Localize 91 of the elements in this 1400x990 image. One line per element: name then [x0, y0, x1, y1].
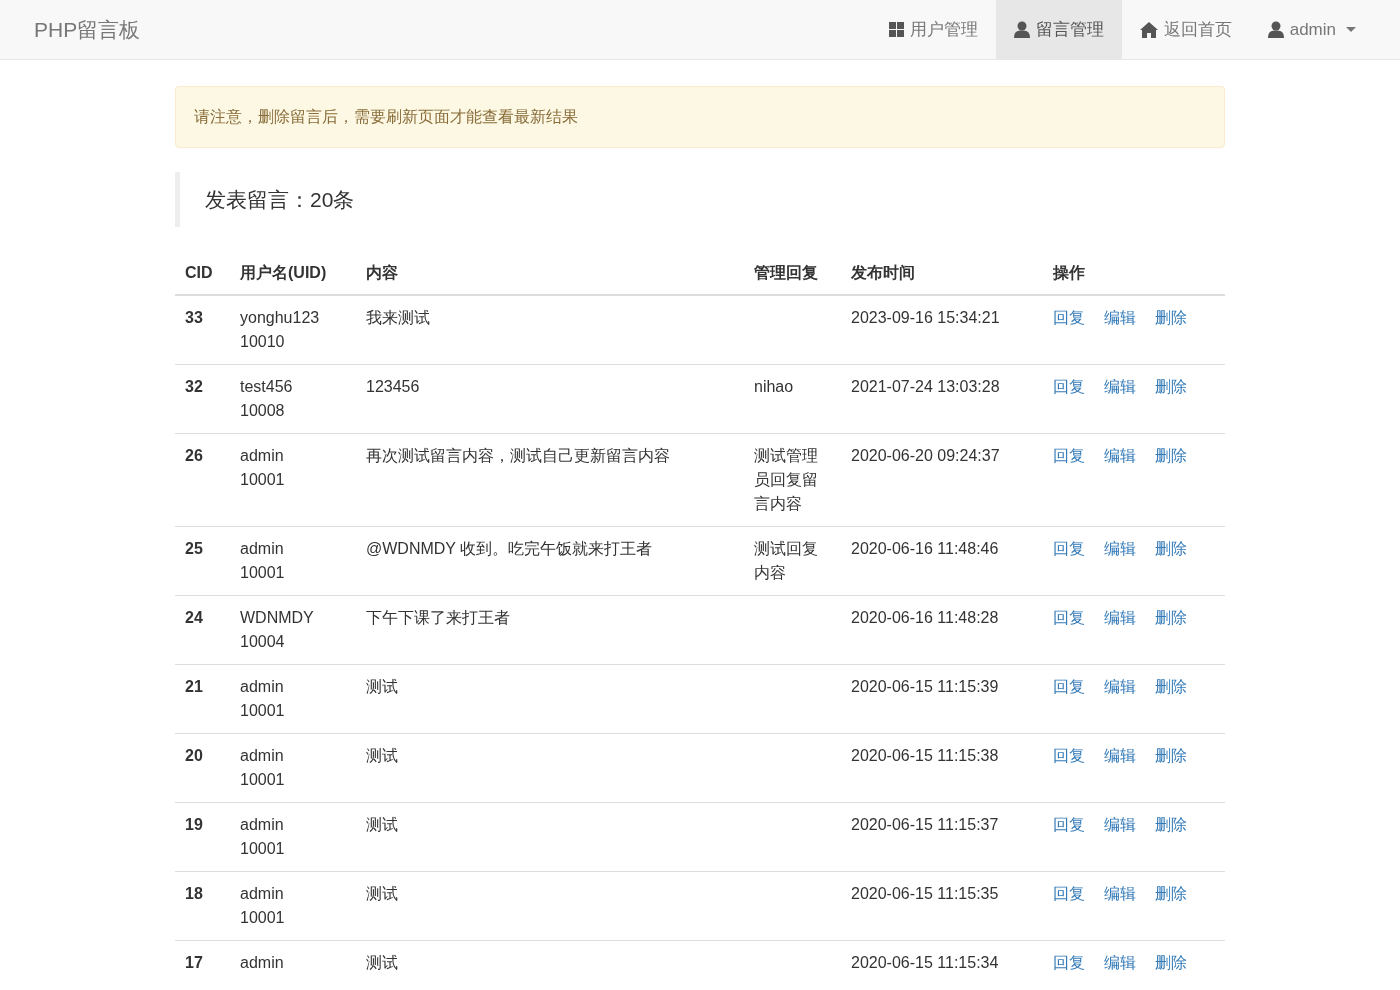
- action-link[interactable]: 回复: [1053, 954, 1085, 971]
- user-icon: [1013, 21, 1030, 38]
- table-cell: admin 10001: [230, 664, 356, 734]
- table-cell: 测试回复内容: [744, 526, 841, 596]
- action-link[interactable]: 回复: [1053, 540, 1085, 557]
- action-link[interactable]: 删除: [1155, 540, 1187, 557]
- action-link[interactable]: 回复: [1053, 447, 1085, 464]
- table-cell: 再次测试留言内容，测试自己更新留言内容: [356, 433, 744, 527]
- table-cell: 33: [175, 295, 230, 365]
- action-link[interactable]: 编辑: [1104, 816, 1136, 833]
- table-cell: 2020-06-15 11:15:38: [841, 733, 1043, 803]
- table-cell: 17: [175, 940, 230, 985]
- action-link[interactable]: 编辑: [1104, 954, 1136, 971]
- action-link[interactable]: 删除: [1155, 885, 1187, 902]
- table-cell: admin: [230, 940, 356, 985]
- table-cell: 2020-06-15 11:15:34: [841, 940, 1043, 985]
- nav-tab[interactable]: 返回首页: [1121, 0, 1250, 59]
- action-link[interactable]: 编辑: [1104, 678, 1136, 695]
- action-link[interactable]: 删除: [1155, 309, 1187, 326]
- action-link[interactable]: 编辑: [1104, 609, 1136, 626]
- table-cell: 19: [175, 802, 230, 872]
- action-link[interactable]: 回复: [1053, 678, 1085, 695]
- action-link[interactable]: 编辑: [1104, 309, 1136, 326]
- table-cell: admin 10001: [230, 802, 356, 872]
- table-cell: @WDNMDY 收到。吃完午饭就来打王者: [356, 526, 744, 596]
- table-cell: WDNMDY 10004: [230, 595, 356, 665]
- table-cell: test456 10008: [230, 364, 356, 434]
- table-cell: 2021-07-24 13:03:28: [841, 364, 1043, 434]
- column-header: 用户名(UID): [230, 252, 356, 295]
- table-cell: 2020-06-20 09:24:37: [841, 433, 1043, 527]
- table-cell: admin 10001: [230, 526, 356, 596]
- table-cell: 26: [175, 433, 230, 527]
- column-header: CID: [175, 252, 230, 295]
- action-link[interactable]: 删除: [1155, 447, 1187, 464]
- alert-message: 请注意，删除留言后，需要刷新页面才能查看最新结果: [175, 86, 1225, 148]
- action-link[interactable]: 编辑: [1104, 378, 1136, 395]
- table-cell: 18: [175, 871, 230, 941]
- table-cell: 32: [175, 364, 230, 434]
- action-link[interactable]: 回复: [1053, 885, 1085, 902]
- table-cell: 24: [175, 595, 230, 665]
- table-cell: 测试管理员回复留言内容: [744, 433, 841, 527]
- user-icon: [1267, 21, 1284, 38]
- action-link[interactable]: 删除: [1155, 678, 1187, 695]
- action-link[interactable]: 删除: [1155, 954, 1187, 971]
- grid-icon: [888, 22, 904, 37]
- table-cell: admin 10001: [230, 871, 356, 941]
- table-cell: 测试: [356, 802, 744, 872]
- action-link[interactable]: 删除: [1155, 747, 1187, 764]
- table-cell: 2020-06-16 11:48:46: [841, 526, 1043, 596]
- action-link[interactable]: 编辑: [1104, 885, 1136, 902]
- table-cell: 2023-09-16 15:34:21: [841, 295, 1043, 365]
- action-link[interactable]: 回复: [1053, 609, 1085, 626]
- column-header: 管理回复: [744, 252, 841, 295]
- table-cell: 下午下课了来打王者: [356, 595, 744, 665]
- home-icon: [1139, 21, 1158, 38]
- column-header: 内容: [356, 252, 744, 295]
- nav-tab[interactable]: 用户管理: [870, 0, 996, 59]
- section-heading: 发表留言：20条: [205, 188, 355, 211]
- user-menu[interactable]: admin: [1249, 0, 1374, 59]
- action-link[interactable]: 删除: [1155, 609, 1187, 626]
- table-cell: 测试: [356, 871, 744, 941]
- action-link[interactable]: 编辑: [1104, 747, 1136, 764]
- table-cell: 测试: [356, 733, 744, 803]
- action-link[interactable]: 回复: [1053, 816, 1085, 833]
- table-cell: 2020-06-15 11:15:39: [841, 664, 1043, 734]
- table-cell: 2020-06-16 11:48:28: [841, 595, 1043, 665]
- table-cell: yonghu123 10010: [230, 295, 356, 365]
- action-link[interactable]: 回复: [1053, 747, 1085, 764]
- action-link[interactable]: 回复: [1053, 309, 1085, 326]
- action-link[interactable]: 删除: [1155, 816, 1187, 833]
- table-cell: 20: [175, 733, 230, 803]
- action-link[interactable]: 编辑: [1104, 447, 1136, 464]
- column-header: 操作: [1043, 252, 1225, 295]
- nav-tab[interactable]: 留言管理: [995, 0, 1122, 59]
- table-cell: admin 10001: [230, 733, 356, 803]
- table-cell: 123456: [356, 364, 744, 434]
- action-link[interactable]: 回复: [1053, 378, 1085, 395]
- caret-icon: [1346, 27, 1356, 32]
- table-cell: 21: [175, 664, 230, 734]
- table-cell: 测试: [356, 664, 744, 734]
- action-link[interactable]: 删除: [1155, 378, 1187, 395]
- action-link[interactable]: 编辑: [1104, 540, 1136, 557]
- table-cell: nihao: [744, 364, 841, 434]
- brand-title[interactable]: PHP留言板: [34, 15, 871, 44]
- table-cell: 测试: [356, 940, 744, 985]
- table-cell: 我来测试: [356, 295, 744, 365]
- column-header: 发布时间: [841, 252, 1043, 295]
- table-cell: 2020-06-15 11:15:37: [841, 802, 1043, 872]
- table-cell: 2020-06-15 11:15:35: [841, 871, 1043, 941]
- table-cell: admin 10001: [230, 433, 356, 527]
- table-cell: 25: [175, 526, 230, 596]
